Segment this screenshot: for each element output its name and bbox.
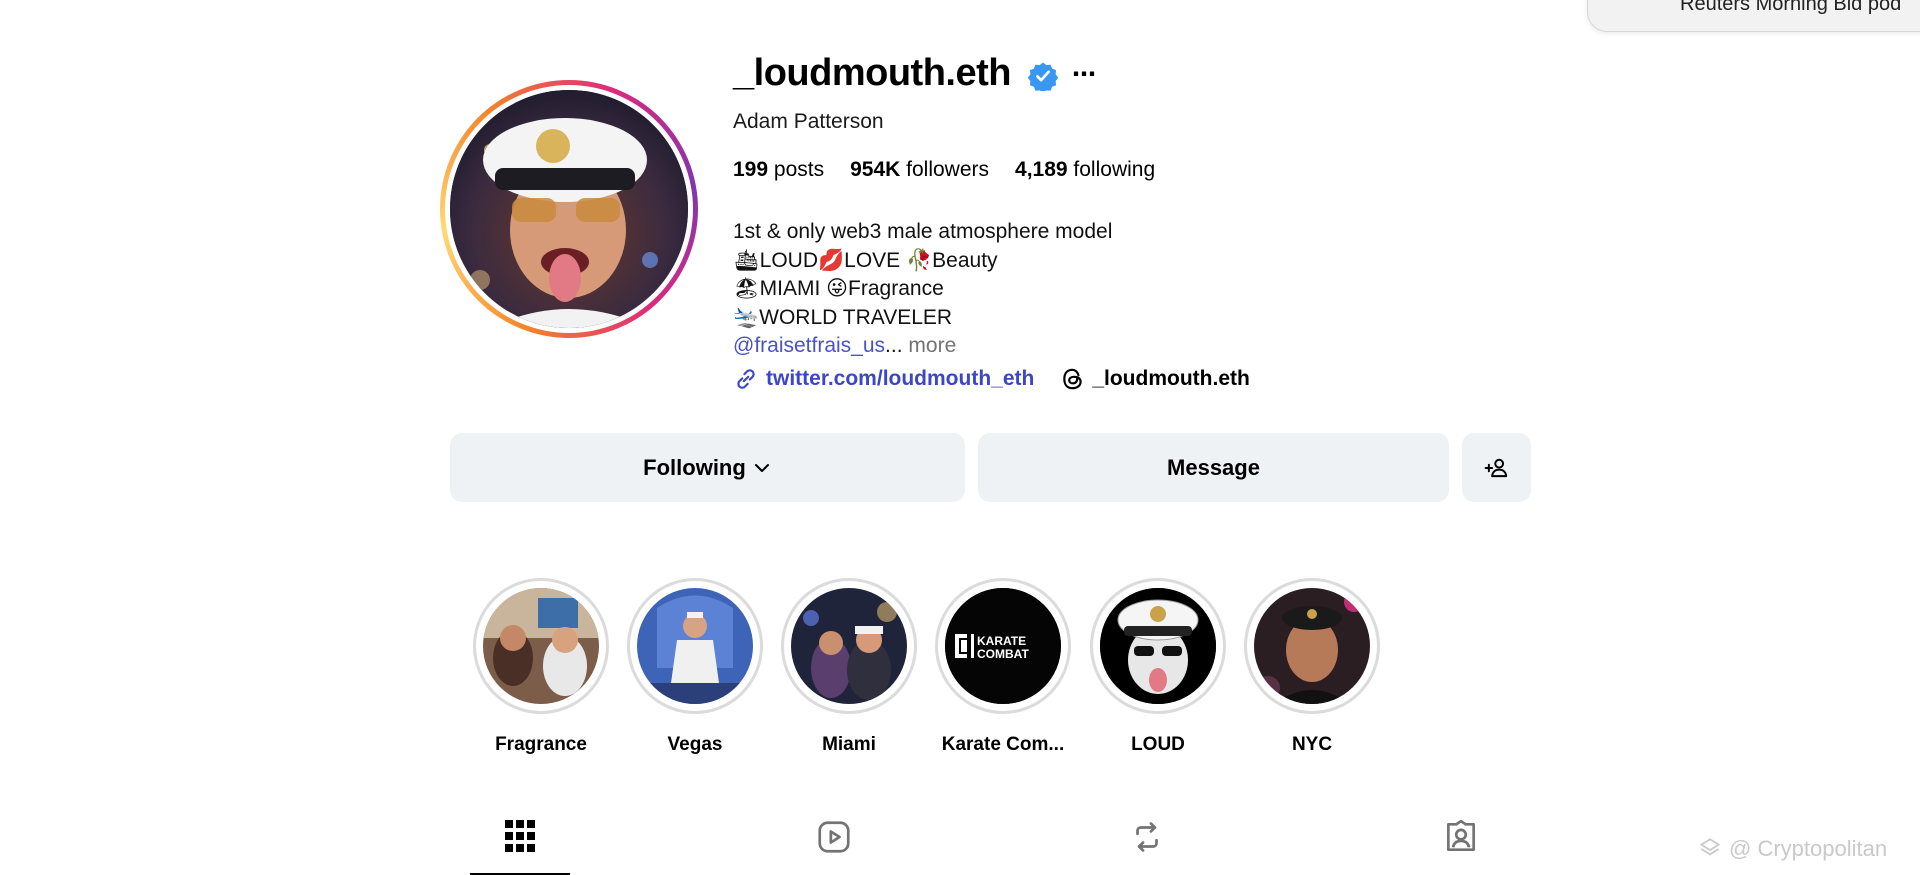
- grid-icon: [505, 820, 535, 852]
- followers-count: 954K: [850, 158, 901, 181]
- link-icon: [737, 369, 755, 389]
- watermark: @ Cryptopolitan: [1697, 836, 1887, 862]
- followers-stat[interactable]: 954K followers: [850, 158, 989, 182]
- bio-line: 🛬WORLD TRAVELER: [733, 305, 953, 329]
- bio-line: 1st & only web3 male atmosphere model: [733, 220, 1113, 243]
- combat-logo-text: COMBAT: [977, 647, 1029, 661]
- bio-line: 🛳LOUD💋LOVE 🥀Beauty: [733, 248, 998, 272]
- highlight-cover: [637, 588, 753, 704]
- following-label: following: [1073, 158, 1156, 181]
- tagged-icon: [1446, 819, 1476, 852]
- following-count: 4,189: [1015, 158, 1068, 181]
- highlight-label: Miami: [822, 734, 876, 755]
- profile-bio: 1st & only web3 male atmosphere model 🛳L…: [733, 218, 1112, 361]
- bio-mention-line: @fraisetfrais_us... more: [733, 332, 1112, 361]
- tab-reposts[interactable]: [1097, 818, 1197, 875]
- tab-reels[interactable]: [784, 818, 884, 875]
- threads-icon: [1063, 368, 1083, 390]
- following-button[interactable]: Following: [450, 433, 965, 502]
- profile-avatar[interactable]: [440, 80, 698, 338]
- highlight-nyc[interactable]: NYC: [1242, 578, 1382, 756]
- following-button-label: Following: [643, 454, 746, 480]
- website-link-text: twitter.com/loudmouth_eth: [766, 367, 1035, 390]
- highlight-fragrance[interactable]: Fragrance: [471, 578, 611, 756]
- highlight-miami[interactable]: Miami: [779, 578, 919, 756]
- more-options-icon[interactable]: ⋯: [1072, 60, 1097, 89]
- posts-label: posts: [773, 158, 825, 181]
- karate-logo-text: KARATE: [977, 634, 1026, 648]
- highlight-label: Karate Com...: [941, 734, 1065, 755]
- verified-badge-icon: [1028, 62, 1058, 91]
- bio-more-link[interactable]: more: [908, 334, 956, 357]
- reposts-icon: [1136, 822, 1158, 852]
- highlight-cover: KARATE COMBAT: [945, 588, 1061, 704]
- highlight-label: Vegas: [667, 734, 723, 755]
- chevron-down-icon: [754, 463, 769, 472]
- notification-toast[interactable]: Reuters Morning Bid pod: [1587, 0, 1920, 32]
- profile-links: twitter.com/loudmouth_eth _loudmouth.eth: [733, 366, 1250, 392]
- highlight-cover: [1254, 588, 1370, 704]
- cryptopolitan-logo-icon: [1699, 838, 1721, 856]
- highlight-label: Fragrance: [495, 734, 587, 755]
- bio-ellipsis: ...: [885, 334, 903, 358]
- tab-posts[interactable]: [470, 818, 570, 875]
- watermark-text: @ Cryptopolitan: [1729, 836, 1888, 861]
- highlight-loud[interactable]: LOUD: [1088, 578, 1228, 756]
- profile-username: _loudmouth.eth: [733, 52, 1011, 94]
- profile-full-name: Adam Patterson: [733, 110, 884, 133]
- notification-text: Reuters Morning Bid pod: [1680, 0, 1902, 15]
- following-stat[interactable]: 4,189 following: [1015, 158, 1155, 182]
- avatar-photo: [450, 90, 688, 328]
- profile-stats: 199 posts 954K followers 4,189 following: [733, 158, 1155, 182]
- reels-icon: [818, 821, 850, 853]
- highlight-cover: [1100, 588, 1216, 704]
- posts-stat[interactable]: 199 posts: [733, 158, 824, 182]
- profile-page: Reuters Morning Bid pod _loudmouth.eth ⋯…: [0, 0, 1920, 875]
- add-user-button[interactable]: [1462, 433, 1531, 502]
- highlight-label: NYC: [1291, 734, 1333, 755]
- message-button[interactable]: Message: [978, 433, 1449, 502]
- highlight-cover: [483, 588, 599, 704]
- followers-label: followers: [906, 158, 990, 181]
- message-button-label: Message: [1167, 454, 1260, 480]
- highlight-cover: [791, 588, 907, 704]
- highlight-karate-combat[interactable]: KARATE COMBAT Karate Com...: [933, 578, 1073, 756]
- posts-count: 199: [733, 158, 769, 181]
- bio-line: 🏖MIAMI 😜Fragrance: [733, 277, 944, 301]
- highlight-vegas[interactable]: Vegas: [625, 578, 765, 756]
- threads-handle: _loudmouth.eth: [1092, 367, 1250, 390]
- bio-mention-link[interactable]: @fraisetfrais_us: [733, 334, 885, 357]
- highlight-label: LOUD: [1131, 734, 1185, 755]
- threads-link[interactable]: _loudmouth.eth: [1060, 366, 1250, 392]
- add-user-icon: [1484, 458, 1507, 477]
- website-link[interactable]: twitter.com/loudmouth_eth: [733, 366, 1034, 392]
- tab-tagged[interactable]: [1411, 818, 1511, 875]
